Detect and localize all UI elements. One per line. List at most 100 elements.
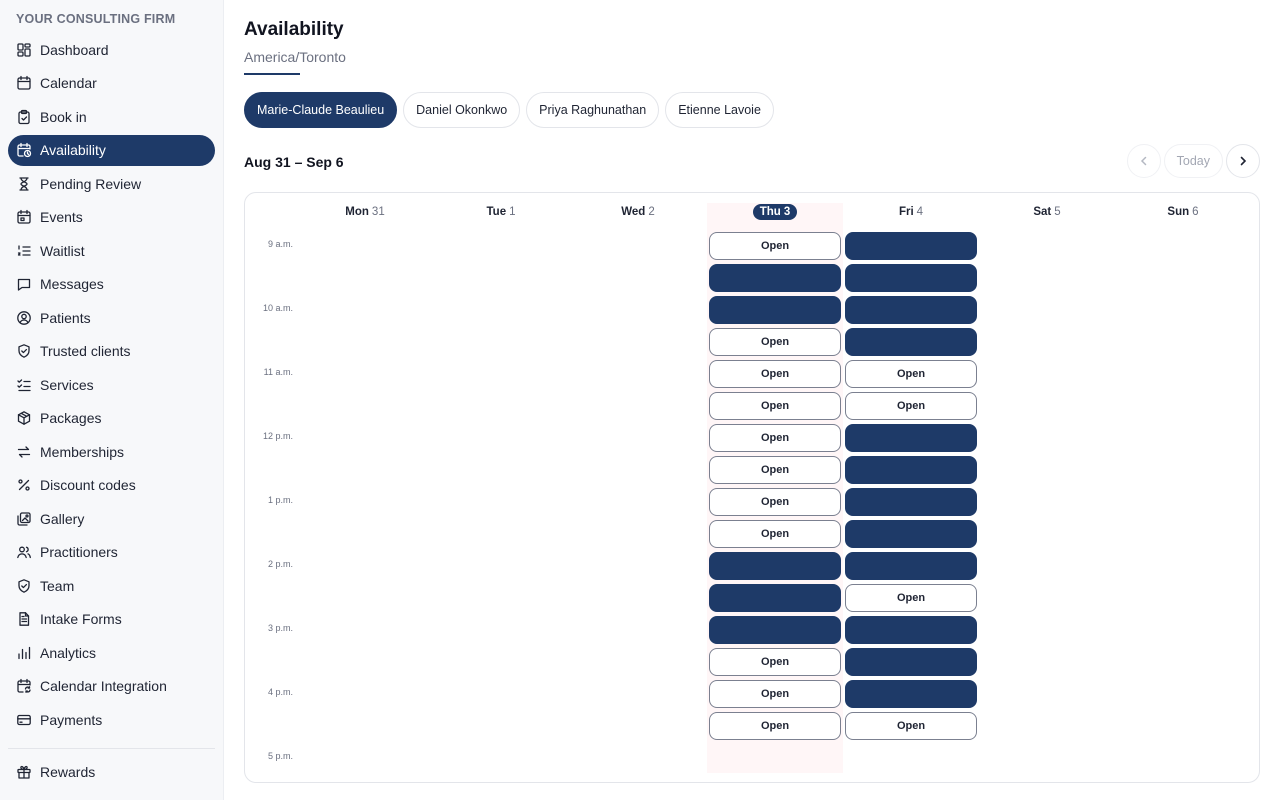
- booked-slot[interactable]: [845, 296, 977, 324]
- percent-icon: [18, 479, 30, 491]
- gift-icon: [17, 765, 31, 779]
- booked-slot[interactable]: [845, 616, 977, 644]
- booked-slot[interactable]: [845, 232, 977, 260]
- sidebar-item-memberships[interactable]: Memberships: [8, 436, 215, 467]
- open-slot[interactable]: Open: [709, 232, 841, 260]
- users-icon: [17, 546, 31, 559]
- booked-slot[interactable]: [845, 264, 977, 292]
- open-slot[interactable]: Open: [709, 328, 841, 356]
- sidebar-item-discount-codes[interactable]: Discount codes: [8, 470, 215, 501]
- sidebar-item-calendar[interactable]: Calendar: [8, 68, 215, 99]
- practitioner-tab[interactable]: Etienne Lavoie: [665, 92, 774, 128]
- open-slot[interactable]: Open: [845, 360, 977, 388]
- practitioner-tab[interactable]: Priya Raghunathan: [526, 92, 660, 128]
- sidebar-item-label: Events: [40, 209, 83, 225]
- today-button[interactable]: Today: [1163, 144, 1223, 178]
- sidebar-item-practitioners[interactable]: Practitioners: [8, 537, 215, 568]
- open-slot[interactable]: Open: [709, 488, 841, 516]
- credit-card-icon: [17, 714, 31, 725]
- clipboard-icon: [18, 109, 30, 124]
- booked-slot[interactable]: [845, 328, 977, 356]
- booked-slot[interactable]: [845, 552, 977, 580]
- shield-icon: [18, 578, 30, 593]
- sidebar-item-services[interactable]: Services: [8, 369, 215, 400]
- open-slot[interactable]: Open: [709, 360, 841, 388]
- open-slot[interactable]: Open: [709, 456, 841, 484]
- sidebar-item-trusted-clients[interactable]: Trusted clients: [8, 336, 215, 367]
- hour-label: 2 p.m.: [267, 559, 293, 569]
- booked-slot[interactable]: [709, 616, 841, 644]
- sidebar-item-label: Practitioners: [40, 544, 118, 560]
- hour-label: 9 a.m.: [267, 239, 293, 249]
- sidebar-item-intake-forms[interactable]: Intake Forms: [8, 604, 215, 635]
- open-slot[interactable]: Open: [709, 648, 841, 676]
- sidebar-item-label: Services: [40, 376, 94, 393]
- next-week-button[interactable]: [1226, 144, 1260, 178]
- sidebar-item-label: Analytics: [40, 644, 97, 661]
- practitioner-tab[interactable]: Daniel Okonkwo: [403, 92, 521, 128]
- shield-check-icon: [18, 344, 30, 358]
- open-slot[interactable]: Open: [845, 584, 977, 612]
- sidebar-item-label: Messages: [40, 276, 104, 292]
- practitioner-tabs: Marie-Claude Beaulieu Daniel Okonkwo Priya…: [244, 92, 774, 128]
- sidebar-item-calendar-integration[interactable]: Calendar Integration: [8, 671, 215, 702]
- main-content: Availability America/Toronto Marie-Claud…: [224, 0, 1280, 800]
- open-slot[interactable]: Open: [709, 424, 841, 452]
- booked-slot[interactable]: [709, 296, 841, 324]
- sidebar-item-label: Dashboard: [40, 41, 109, 58]
- sidebar-item-team[interactable]: Team: [8, 570, 215, 601]
- list-numbered-icon: [17, 244, 31, 256]
- page-title: Availability: [244, 19, 344, 40]
- chevron-right-icon: [1240, 156, 1247, 166]
- availability-calendar: Mon 31 Tue 1 Wed 2 Thu 3 Fri 4 Sat 5 Sun 6 9 a.m. 10 a.…: [244, 192, 1260, 783]
- sidebar-item-events[interactable]: Events: [8, 202, 215, 233]
- open-slot[interactable]: Open: [845, 712, 977, 740]
- booked-slot[interactable]: [845, 488, 977, 516]
- open-slot[interactable]: Open: [845, 392, 977, 420]
- sidebar-item-availability[interactable]: Availability: [8, 134, 215, 166]
- sidebar-item-messages[interactable]: Messages: [8, 269, 215, 300]
- sidebar-item-dashboard[interactable]: Dashboard: [8, 34, 215, 65]
- hour-label: 5 p.m.: [267, 751, 293, 761]
- sidebar-item-pending-review[interactable]: Pending Review: [8, 168, 215, 199]
- prev-week-button[interactable]: [1126, 144, 1161, 178]
- sidebar-item-label: Availability: [40, 142, 106, 158]
- booked-slot[interactable]: [845, 520, 977, 548]
- arrows-swap-icon: [17, 445, 31, 458]
- hour-label: 12 p.m.: [262, 431, 293, 441]
- open-slot[interactable]: Open: [709, 392, 841, 420]
- sidebar-item-book-in[interactable]: Book in: [8, 101, 215, 132]
- booked-slot[interactable]: [709, 264, 841, 292]
- sidebar-item-label: Waitlist: [40, 242, 85, 259]
- booked-slot[interactable]: [709, 584, 841, 612]
- sidebar-item-label: Memberships: [40, 443, 125, 460]
- sidebar: YOUR CONSULTING FIRM Dashboard Calendar Bo…: [0, 0, 224, 800]
- practitioner-tab[interactable]: Marie-Claude Beaulieu: [244, 92, 398, 128]
- booked-slot[interactable]: [845, 648, 977, 676]
- booked-slot[interactable]: [709, 552, 841, 580]
- sidebar-item-analytics[interactable]: Analytics: [8, 637, 215, 668]
- sidebar-item-patients[interactable]: Patients: [8, 302, 215, 333]
- sidebar-item-label: Pending Review: [40, 175, 142, 192]
- sidebar-item-label: Patients: [40, 309, 91, 326]
- day-header-mon: Mon 31: [345, 206, 385, 218]
- hour-label: 4 p.m.: [267, 687, 293, 697]
- gallery-icon: [17, 511, 31, 526]
- date-range: Aug 31 – Sep 6: [244, 154, 344, 170]
- day-header-tue: Tue 1: [486, 206, 516, 218]
- open-slot[interactable]: Open: [709, 520, 841, 548]
- hourglass-icon: [19, 176, 29, 191]
- calendar-sync-icon: [17, 678, 31, 693]
- sidebar-item-payments[interactable]: Payments: [8, 704, 215, 735]
- sidebar-item-waitlist[interactable]: Waitlist: [8, 235, 215, 266]
- sidebar-item-gallery[interactable]: Gallery: [8, 503, 215, 534]
- open-slot[interactable]: Open: [709, 680, 841, 708]
- booked-slot[interactable]: [845, 680, 977, 708]
- booked-slot[interactable]: [845, 456, 977, 484]
- sidebar-item-label: Discount codes: [40, 477, 136, 493]
- message-icon: [17, 278, 31, 291]
- booked-slot[interactable]: [845, 424, 977, 452]
- open-slot[interactable]: Open: [709, 712, 841, 740]
- sidebar-item-rewards[interactable]: Rewards: [8, 756, 215, 787]
- sidebar-item-packages[interactable]: Packages: [8, 403, 215, 434]
